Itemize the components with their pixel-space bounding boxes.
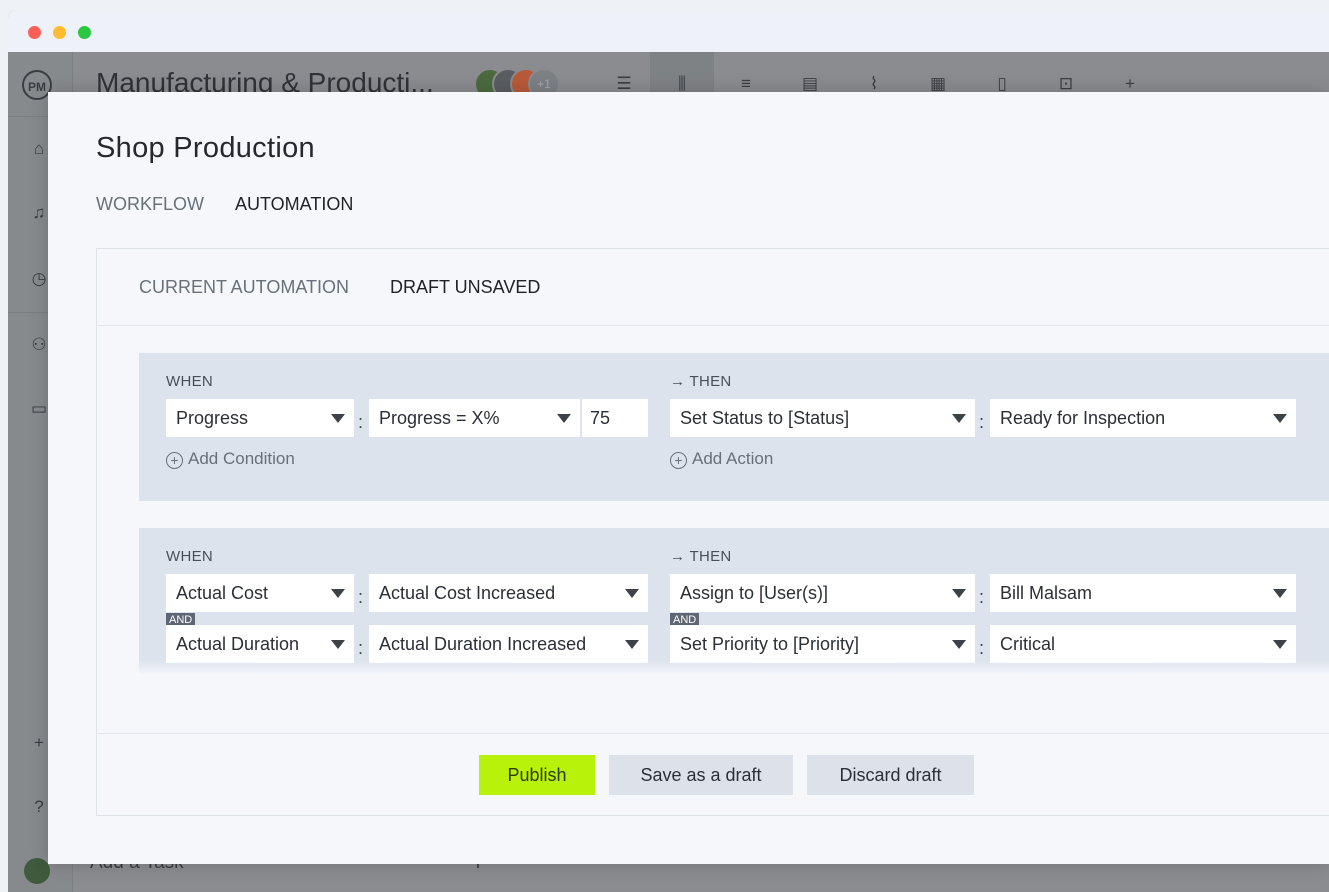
- automation-rule: WHEN → THEN Actual Cost : Actual Cost In…: [139, 528, 1329, 674]
- status-value: Ready for Inspection: [1000, 408, 1166, 428]
- status-dropdown[interactable]: Ready for Inspection: [990, 399, 1296, 437]
- minimize-window-button[interactable]: [53, 26, 66, 39]
- chevron-down-icon: [557, 414, 571, 423]
- chevron-down-icon: [625, 640, 639, 649]
- help-icon[interactable]: ?: [28, 796, 50, 818]
- user-value: Bill Malsam: [1000, 583, 1093, 603]
- priority-value: Critical: [1000, 634, 1056, 654]
- plus-icon[interactable]: +: [28, 732, 50, 754]
- trigger-value: Actual Duration: [176, 634, 300, 654]
- action-value: Assign to [User(s)]: [680, 583, 829, 603]
- user-avatar[interactable]: [24, 858, 50, 884]
- people-icon[interactable]: ⚇: [28, 334, 50, 356]
- when-label: WHEN: [166, 548, 214, 565]
- trigger-value: Actual Cost: [176, 583, 269, 603]
- chevron-down-icon: [1273, 640, 1287, 649]
- publish-button[interactable]: Publish: [479, 755, 595, 795]
- close-window-button[interactable]: [28, 26, 41, 39]
- chevron-down-icon: [952, 414, 966, 423]
- maximize-window-button[interactable]: [78, 26, 91, 39]
- add-condition-label: Add Condition: [188, 449, 295, 468]
- home-icon[interactable]: ⌂: [28, 138, 50, 160]
- condition-value: Actual Cost Increased: [379, 583, 556, 603]
- tab-workflow[interactable]: WORKFLOW: [96, 194, 204, 215]
- clock-icon[interactable]: ◷: [28, 268, 50, 290]
- chevron-down-icon: [331, 589, 345, 598]
- modal-title: Shop Production: [96, 132, 315, 164]
- then-label: → THEN: [670, 373, 732, 390]
- window-titlebar: [8, 10, 1329, 52]
- action-dropdown[interactable]: Assign to [User(s)]: [670, 574, 975, 612]
- user-dropdown[interactable]: Bill Malsam: [990, 574, 1296, 612]
- add-action-label: Add Action: [692, 449, 774, 468]
- tab-draft-unsaved[interactable]: DRAFT UNSAVED: [390, 277, 540, 298]
- separator-colon: :: [979, 412, 985, 432]
- condition-value: Actual Duration Increased: [379, 634, 587, 654]
- action-value: Set Status to [Status]: [680, 408, 850, 428]
- tab-current-automation[interactable]: CURRENT AUTOMATION: [139, 277, 349, 298]
- chevron-down-icon: [952, 589, 966, 598]
- save-draft-button[interactable]: Save as a draft: [609, 755, 793, 795]
- add-action-link[interactable]: + Add Action: [670, 449, 773, 469]
- plus-circle-icon: +: [166, 452, 183, 469]
- automation-rule: WHEN → THEN Progress : Progress = X% + Ad…: [139, 353, 1329, 501]
- progress-value-input[interactable]: [582, 399, 648, 437]
- priority-dropdown[interactable]: Critical: [990, 625, 1296, 663]
- panel-divider: [97, 733, 1329, 734]
- action-value: Set Priority to [Priority]: [680, 634, 860, 654]
- separator-colon: :: [979, 587, 985, 607]
- trigger-dropdown[interactable]: Progress: [166, 399, 354, 437]
- when-label: WHEN: [166, 373, 214, 390]
- tab-automation[interactable]: AUTOMATION: [235, 194, 353, 215]
- then-label: → THEN: [670, 548, 732, 565]
- separator-colon: :: [358, 587, 364, 607]
- briefcase-icon[interactable]: ▭: [28, 398, 50, 420]
- action-dropdown[interactable]: Set Priority to [Priority]: [670, 625, 975, 663]
- chevron-down-icon: [331, 414, 345, 423]
- trigger-value: Progress: [176, 408, 249, 428]
- chevron-down-icon: [952, 640, 966, 649]
- automation-modal: Shop Production WORKFLOW AUTOMATION CURR…: [48, 92, 1329, 864]
- plus-circle-icon: +: [670, 452, 687, 469]
- chevron-down-icon: [1273, 414, 1287, 423]
- condition-dropdown[interactable]: Progress = X%: [369, 399, 580, 437]
- condition-value: Progress = X%: [379, 408, 500, 428]
- panel-divider: [97, 325, 1329, 326]
- chevron-down-icon: [331, 640, 345, 649]
- trigger-dropdown[interactable]: Actual Cost: [166, 574, 354, 612]
- separator-colon: :: [358, 412, 364, 432]
- chevron-down-icon: [625, 589, 639, 598]
- chevron-down-icon: [1273, 589, 1287, 598]
- condition-dropdown[interactable]: Actual Duration Increased: [369, 625, 648, 663]
- action-dropdown[interactable]: Set Status to [Status]: [670, 399, 975, 437]
- trigger-dropdown[interactable]: Actual Duration: [166, 625, 354, 663]
- condition-dropdown[interactable]: Actual Cost Increased: [369, 574, 648, 612]
- bell-icon[interactable]: ♫: [28, 202, 50, 224]
- scroll-fade: [139, 660, 1329, 674]
- add-condition-link[interactable]: + Add Condition: [166, 449, 295, 469]
- automation-panel: CURRENT AUTOMATION DRAFT UNSAVED WHEN → …: [96, 248, 1329, 816]
- discard-draft-button[interactable]: Discard draft: [807, 755, 974, 795]
